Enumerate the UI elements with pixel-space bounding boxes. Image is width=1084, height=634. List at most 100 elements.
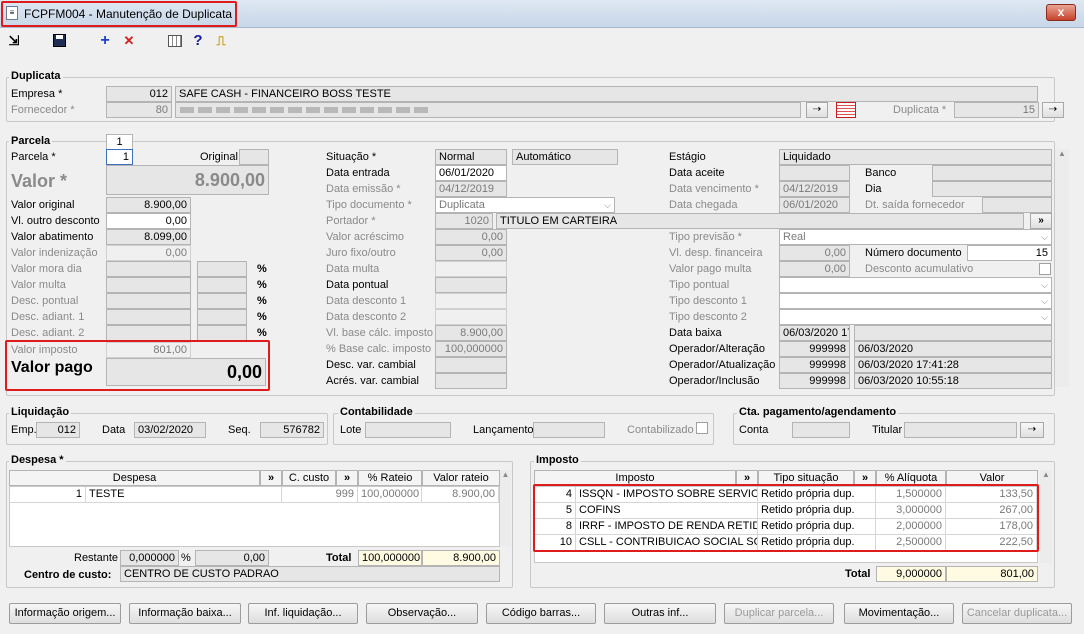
data-pontual-field[interactable] (435, 277, 507, 293)
imposto-row-name[interactable]: CSLL - CONTRIBUICAO SOCIAL SOB (576, 535, 758, 551)
cancelar-duplicata-button[interactable]: Cancelar duplicata... (962, 603, 1072, 624)
valor-rateio-col-header[interactable]: Valor rateio (422, 470, 500, 486)
op-atualizacao-code[interactable]: 999998 (779, 357, 850, 373)
empresa-name-field[interactable]: SAFE CASH - FINANCEIRO BOSS TESTE (175, 86, 1038, 102)
imposto-scrollbar[interactable]: ▲ (1040, 470, 1052, 563)
valor-multa-field[interactable] (106, 277, 191, 293)
desc-pontual-field[interactable] (106, 293, 191, 309)
delete-icon[interactable]: ✕ (121, 33, 137, 49)
inf-liquidacao-button[interactable]: Inf. liquidação... (248, 603, 358, 624)
lote-field[interactable] (365, 422, 451, 438)
calendar-icon[interactable] (836, 102, 856, 118)
op-inclusao-code[interactable]: 999998 (779, 373, 850, 389)
imposto-row-aliquota[interactable]: 2,500000 (876, 535, 946, 551)
save-icon[interactable] (52, 33, 68, 49)
imposto-row-num[interactable]: 5 (535, 503, 576, 519)
valor-imposto-field[interactable]: 801,00 (106, 342, 191, 358)
desc-adiant-1-pct-field[interactable] (197, 309, 247, 325)
valor-acrescimo-field[interactable]: 0,00 (435, 229, 507, 245)
despesa-col-lookup[interactable]: » (260, 470, 282, 486)
valor-mora-dia-field[interactable] (106, 261, 191, 277)
data-aceite-field[interactable] (779, 165, 850, 181)
desc-adiant-2-pct-field[interactable] (197, 325, 247, 341)
despesa-row-valor[interactable]: 8.900,00 (422, 487, 499, 503)
imposto-col-lookup[interactable]: » (736, 470, 758, 486)
valor-pago-multa-field[interactable]: 0,00 (779, 261, 850, 277)
imposto-row-valor[interactable]: 133,50 (946, 487, 1037, 503)
despesa-scrollbar[interactable]: ▲ (500, 470, 511, 547)
valor-original-field[interactable]: 8.900,00 (106, 197, 191, 213)
op-inclusao-date[interactable]: 06/03/2020 10:55:18 (854, 373, 1052, 389)
pct-base-calc-field[interactable]: 100,000000 (435, 341, 507, 357)
grid-icon[interactable] (167, 33, 183, 49)
op-alteracao-date[interactable]: 06/03/2020 (854, 341, 1052, 357)
tipo-previsao-select[interactable]: Real ⌵ (779, 229, 1052, 245)
imposto-row-valor[interactable]: 178,00 (946, 519, 1037, 535)
vl-outro-desconto-field[interactable]: 0,00 (106, 213, 191, 229)
data-baixa-extra-field[interactable] (854, 325, 1052, 341)
valor-indenizacao-field[interactable]: 0,00 (106, 245, 191, 261)
imposto-row-valor[interactable]: 267,00 (946, 503, 1037, 519)
fornecedor-search-button[interactable]: ⇢ (806, 102, 828, 118)
imposto-row-name[interactable]: COFINS (576, 503, 758, 519)
aliquota-col-header[interactable]: % Alíquota (876, 470, 946, 486)
imposto-total-aliquota-field[interactable]: 9,000000 (876, 566, 946, 582)
desc-var-cambial-field[interactable] (435, 357, 507, 373)
centro-custo-field[interactable]: CENTRO DE CUSTO PADRAO (120, 566, 500, 582)
vl-base-calc-field[interactable]: 8.900,00 (435, 325, 507, 341)
portador-name-field[interactable]: TITULO EM CARTEIRA (496, 213, 1024, 229)
imposto-row-num[interactable]: 10 (535, 535, 576, 551)
tipo-situacao-col-lookup[interactable]: » (854, 470, 876, 486)
imposto-total-valor-field[interactable]: 801,00 (946, 566, 1038, 582)
titular-search-button[interactable]: ⇢ (1020, 422, 1044, 438)
tipo-documento-select[interactable]: Duplicata ⌵ (435, 197, 615, 213)
ccusto-col-lookup[interactable]: » (336, 470, 358, 486)
help-icon[interactable]: ? (190, 33, 206, 49)
exit-icon[interactable]: ⇲ (6, 33, 22, 49)
imposto-row-valor[interactable]: 222,50 (946, 535, 1037, 551)
despesa-row-despesa[interactable]: TESTE (86, 487, 282, 503)
informacao-origem-button[interactable]: Informação origem... (9, 603, 121, 624)
valor-field[interactable]: 8.900,00 (106, 165, 269, 195)
observacao-button[interactable]: Observação... (366, 603, 478, 624)
data-multa-field[interactable] (435, 261, 507, 277)
liq-emp-field[interactable]: 012 (36, 422, 80, 438)
liq-seq-field[interactable]: 576782 (260, 422, 324, 438)
imposto-row-aliquota[interactable]: 1,500000 (876, 487, 946, 503)
despesa-total-valor-field[interactable]: 8.900,00 (422, 550, 500, 566)
empresa-code-field[interactable]: 012 (106, 86, 172, 102)
despesa-total-pct-field[interactable]: 100,000000 (358, 550, 422, 566)
restante-pct-field[interactable]: 0,000000 (120, 550, 179, 566)
imposto-row-tipo[interactable]: Retido própria dup. (758, 503, 876, 519)
situacao-mode-field[interactable]: Automático (512, 149, 618, 165)
titular-field[interactable] (904, 422, 1017, 438)
dia-field[interactable] (932, 181, 1052, 197)
conta-field[interactable] (792, 422, 850, 438)
despesa-row-num[interactable]: 1 (10, 487, 86, 503)
rateio-col-header[interactable]: % Rateio (358, 470, 422, 486)
desc-adiant-1-field[interactable] (106, 309, 191, 325)
imposto-row-tipo[interactable]: Retido própria dup. (758, 535, 876, 551)
valor-pago-field[interactable]: 0,00 (106, 358, 266, 386)
despesa-row-rateio[interactable]: 100,000000 (358, 487, 422, 503)
juro-fixo-field[interactable]: 0,00 (435, 245, 507, 261)
imposto-row-aliquota[interactable]: 2,000000 (876, 519, 946, 535)
desconto-acumulativo-checkbox[interactable] (1039, 263, 1051, 275)
codigo-barras-button[interactable]: Código barras... (486, 603, 596, 624)
estagio-field[interactable]: Liquidado (779, 149, 1052, 165)
imposto-row-tipo[interactable]: Retido própria dup. (758, 519, 876, 535)
tipo-desconto-1-select[interactable]: ⌵ (779, 293, 1052, 309)
tipo-pontual-select[interactable]: ⌵ (779, 277, 1052, 293)
data-desconto-2-field[interactable] (435, 309, 507, 325)
door-exit-icon[interactable]: ⎍ (213, 33, 229, 49)
imposto-row-num[interactable]: 8 (535, 519, 576, 535)
op-alteracao-code[interactable]: 999998 (779, 341, 850, 357)
fornecedor-code-field[interactable]: 80 (106, 102, 172, 118)
outras-inf-button[interactable]: Outras inf... (604, 603, 716, 624)
desc-pontual-pct-field[interactable] (197, 293, 247, 309)
parcela-tab-number[interactable]: 1 (106, 134, 133, 150)
banco-field[interactable] (932, 165, 1052, 181)
despesa-row-ccusto[interactable]: 999 (282, 487, 358, 503)
duplicata-search-button[interactable]: ⇢ (1042, 102, 1064, 118)
data-chegada-field[interactable]: 06/01/2020 (779, 197, 850, 213)
